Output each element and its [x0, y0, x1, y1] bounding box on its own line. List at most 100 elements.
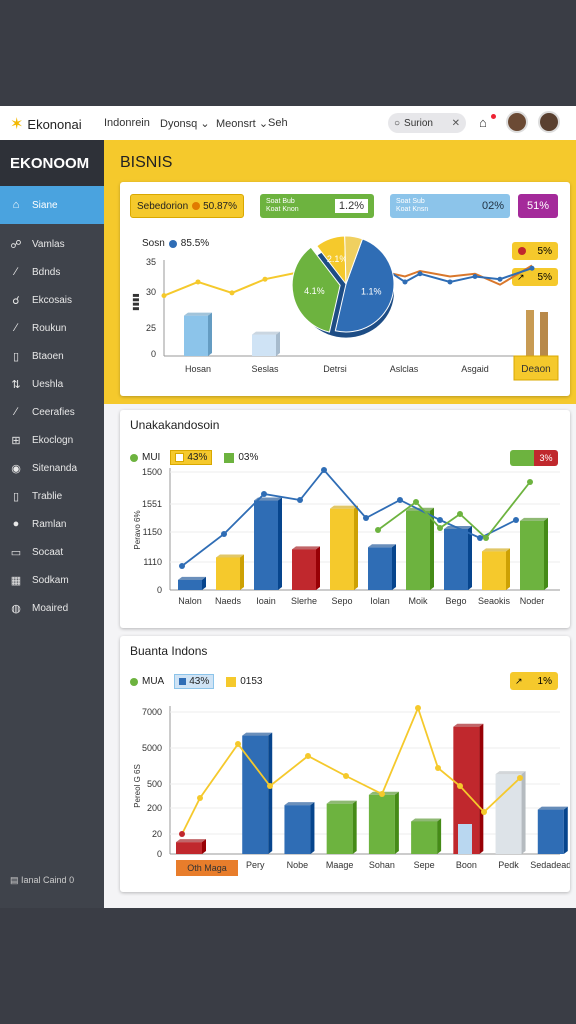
pie-slice-label: 1.1% [361, 286, 382, 296]
bar [368, 547, 392, 590]
nav-link-1[interactable]: Indonrein [104, 117, 150, 129]
home-icon[interactable]: ⌂ [479, 115, 487, 130]
sidebar-item-socaat[interactable]: ▭ Socaat [0, 538, 104, 566]
data-point [261, 491, 267, 497]
x-tick-label: Maage [326, 860, 354, 870]
data-point [481, 809, 487, 815]
nav-link-4[interactable]: Seh [268, 117, 288, 129]
sidebar-brand: EKONOOM [0, 140, 104, 186]
bar [458, 824, 472, 854]
data-point [262, 276, 268, 282]
bar-top [284, 802, 315, 806]
bar [406, 510, 430, 590]
data-point [305, 753, 311, 759]
pencil-icon: ∕ [15, 322, 17, 334]
bar [537, 809, 564, 854]
app-logo[interactable]: ✶ Ekononai [10, 114, 82, 134]
sidebar-item-btaoen[interactable]: ▯ Btaoen [0, 342, 104, 370]
bar [330, 508, 354, 590]
bar [178, 579, 202, 590]
sidebar-item-vamlas[interactable]: ☍ Vamlas [0, 230, 104, 258]
y-tick-label: 5000 [142, 743, 162, 753]
y-tick-label: 0 [157, 849, 162, 859]
book-icon: ▯ [12, 350, 20, 363]
x-tick-label: Slerhe [291, 596, 317, 606]
search-icon: ○ [394, 117, 401, 129]
data-point [497, 276, 503, 282]
search-input[interactable]: Surion [404, 118, 433, 129]
sidebar-item-sitenanda[interactable]: ◉ Sitenanda [0, 454, 104, 482]
x-tick-label: Sohan [369, 860, 395, 870]
sidebar-item-label: Moaired [32, 602, 69, 614]
sidebar-item-label: Sitenanda [32, 462, 78, 474]
bar-top [178, 576, 206, 580]
chevron-down-icon: ⌄ [258, 118, 269, 130]
data-point [483, 535, 489, 541]
bar-side [479, 723, 484, 854]
sidebar-item-ekcosais[interactable]: ☌ Ekcosais [0, 286, 104, 314]
sidebar-item-label: Ceerafies [32, 406, 75, 418]
logo-text: Ekononai [27, 116, 82, 132]
avatar[interactable] [538, 111, 560, 133]
bar [326, 803, 353, 854]
notification-dot [491, 114, 496, 119]
bar-side [276, 331, 280, 356]
bar-top [292, 546, 320, 550]
sidebar-item-label: Ekoclogn [32, 434, 74, 446]
sidebar-item-bdnds[interactable]: ∕ Bdnds [0, 258, 104, 286]
sidebar-item-ceerafies[interactable]: ∕ Ceerafies [0, 398, 104, 426]
series-line-yellow [163, 269, 306, 297]
data-point [161, 293, 167, 299]
network-icon: ⊞ [11, 434, 21, 447]
nav-dropdown-2[interactable]: Dyonsq ⌄ [160, 117, 210, 130]
x-tick-label: Seslas [251, 364, 279, 374]
bar-side [392, 544, 396, 590]
users-icon: ☌ [12, 294, 20, 307]
bar [254, 500, 278, 590]
bar-top [242, 732, 273, 736]
sidebar-item-trablie[interactable]: ▯ Trablie [0, 482, 104, 510]
sidebar-item-ekoclogn[interactable]: ⊞ Ekoclogn [0, 426, 104, 454]
sidebar-item-ueshla[interactable]: ⇅ Ueshla [0, 370, 104, 398]
x-tick-label: Boon [456, 860, 477, 870]
data-point [415, 705, 421, 711]
y-tick-label: 30 [146, 287, 156, 297]
x-tick-label: Hosan [185, 364, 211, 374]
search-box[interactable]: ○ Surion ✕ [388, 113, 466, 133]
bar-top [411, 818, 442, 822]
y-tick-label: 25 [146, 323, 156, 333]
nav-label-2: Dyonsq [160, 118, 198, 130]
data-point [379, 791, 385, 797]
bar-side [521, 771, 526, 854]
page-title: BISNIS [120, 154, 173, 171]
x-tick-label: Sepo [331, 596, 352, 606]
y-tick-label: 500 [147, 779, 162, 789]
sidebar-item-moaired[interactable]: ◍ Moaired [0, 594, 104, 622]
pie-slice-label: 4.1% [304, 286, 325, 296]
nav-dropdown-3[interactable]: Meonsrt ⌄ [216, 117, 268, 130]
bar [411, 821, 438, 854]
sidebar-item-label: Ramlan [32, 518, 67, 530]
sidebar-item-roukun[interactable]: ∕ Roukun [0, 314, 104, 342]
sidebar-footer[interactable]: ▤ Ianal Caind 0 [10, 875, 74, 886]
data-point [267, 783, 273, 789]
data-point [235, 741, 241, 747]
cylinder [526, 310, 534, 356]
bar-side [316, 546, 320, 590]
bar [284, 805, 311, 854]
sidebar-item-ramlan[interactable]: ● Ramlan [0, 510, 104, 538]
sidebar-item-label: Ekcosais [32, 294, 73, 306]
data-point [517, 775, 523, 781]
sidebar-item-sodkam[interactable]: ▦ Sodkam [0, 566, 104, 594]
main-content: BISNIS Sebedorion 50.87% Soat Bub Koat Kn… [104, 140, 576, 908]
avatar[interactable] [506, 111, 528, 133]
x-tick-label: Naeds [215, 596, 242, 606]
x-tick-label: Sepe [414, 860, 435, 870]
bar [482, 551, 506, 590]
close-icon[interactable]: ✕ [452, 118, 460, 129]
data-point [375, 527, 381, 533]
star-logo-icon: ✶ [10, 116, 24, 133]
unakakandosoin-chart: 1500 1551 1150 1110 0 Peravo 6% Nalon Naeds Ioai… [133, 467, 560, 606]
bar [176, 842, 202, 854]
sidebar-item-siane[interactable]: ⌂ Siane [0, 186, 104, 224]
